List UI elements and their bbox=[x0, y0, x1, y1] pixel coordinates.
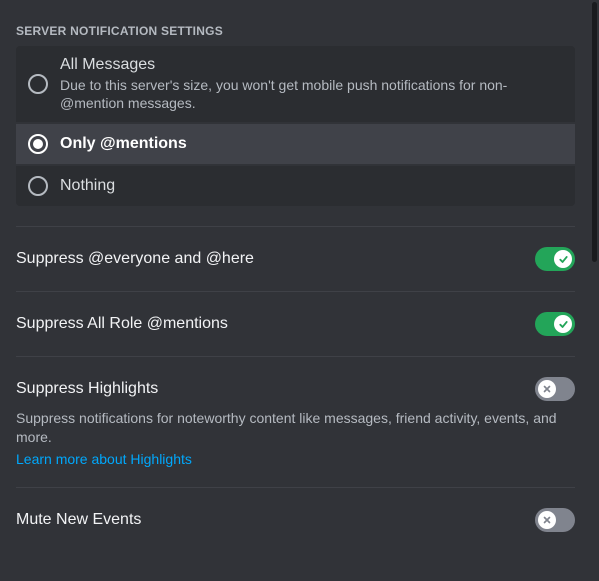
suppress-roles-toggle[interactable] bbox=[535, 312, 575, 336]
toggle-description: Suppress notifications for noteworthy co… bbox=[16, 409, 575, 447]
suppress-everyone-toggle[interactable] bbox=[535, 247, 575, 271]
suppress-everyone-row: Suppress @everyone and @here bbox=[16, 247, 575, 271]
check-icon bbox=[554, 250, 572, 268]
x-icon bbox=[538, 511, 556, 529]
suppress-highlights-toggle[interactable] bbox=[535, 377, 575, 401]
divider bbox=[16, 487, 575, 488]
learn-more-highlights-link[interactable]: Learn more about Highlights bbox=[16, 451, 192, 467]
suppress-highlights-row: Suppress Highlights Suppress notificatio… bbox=[16, 377, 575, 467]
divider bbox=[16, 226, 575, 227]
check-icon bbox=[554, 315, 572, 333]
radio-title: Nothing bbox=[60, 177, 563, 195]
radio-title: Only @mentions bbox=[60, 135, 563, 153]
x-icon bbox=[538, 380, 556, 398]
settings-panel: Server Notification Settings All Message… bbox=[0, 0, 591, 581]
toggle-label: Suppress Highlights bbox=[16, 380, 158, 398]
scrollbar-thumb[interactable] bbox=[592, 2, 597, 262]
radio-all-messages[interactable]: All Messages Due to this server's size, … bbox=[16, 46, 575, 122]
radio-icon bbox=[28, 176, 48, 196]
radio-only-mentions[interactable]: Only @mentions bbox=[16, 124, 575, 164]
radio-icon bbox=[28, 74, 48, 94]
toggle-label: Suppress @everyone and @here bbox=[16, 250, 254, 268]
toggle-label: Suppress All Role @mentions bbox=[16, 315, 228, 333]
mute-events-row: Mute New Events bbox=[16, 508, 575, 532]
toggle-label: Mute New Events bbox=[16, 511, 141, 529]
radio-description: Due to this server's size, you won't get… bbox=[60, 76, 563, 112]
notification-level-radio-group: All Messages Due to this server's size, … bbox=[16, 46, 575, 206]
divider bbox=[16, 356, 575, 357]
radio-title: All Messages bbox=[60, 56, 563, 74]
radio-nothing[interactable]: Nothing bbox=[16, 166, 575, 206]
suppress-roles-row: Suppress All Role @mentions bbox=[16, 312, 575, 336]
section-header: Server Notification Settings bbox=[16, 0, 575, 46]
radio-icon bbox=[28, 134, 48, 154]
divider bbox=[16, 291, 575, 292]
mute-events-toggle[interactable] bbox=[535, 508, 575, 532]
